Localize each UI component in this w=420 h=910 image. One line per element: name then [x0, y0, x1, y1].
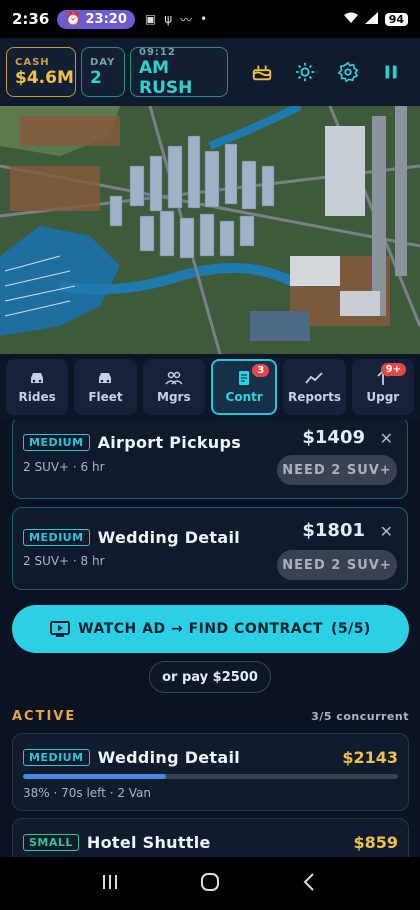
contracts-badge: 3 [252, 364, 270, 377]
watch-ad-button[interactable]: WATCH AD → FIND CONTRACT (5/5) [12, 605, 409, 653]
cake-icon [252, 65, 272, 81]
tier-tag: SMALL [23, 834, 79, 851]
tab-rides-label: Rides [18, 390, 56, 404]
tab-bar: Rides Fleet Mgrs 3 Contr Reports 9+ Upgr [0, 354, 420, 420]
home-button[interactable] [199, 871, 221, 897]
tier-tag: MEDIUM [23, 749, 90, 766]
back-icon [303, 872, 314, 891]
clock-time: 09:12 [139, 46, 176, 58]
tier-tag: MEDIUM [23, 434, 90, 451]
dismiss-icon[interactable]: ✕ [380, 429, 393, 448]
car-icon [99, 373, 112, 383]
tab-fleet-label: Fleet [88, 390, 123, 404]
cake-button[interactable] [243, 53, 281, 91]
brightness-button[interactable] [286, 53, 324, 91]
game-hud: CASH $4.6M DAY 2 09:12 AM RUSH [0, 38, 420, 106]
notification-icons: ▣ ψ 〰 • [145, 11, 207, 28]
need-vehicles-button[interactable]: NEED 2 SUV+ [277, 550, 397, 580]
pause-icon [385, 65, 397, 79]
contracts-panel[interactable]: MEDIUM Airport Pickups $1409 ✕ 2 SUV+ · … [0, 420, 420, 857]
home-icon [201, 872, 219, 891]
watch-ad-count: (5/5) [330, 621, 371, 637]
recents-button[interactable] [99, 871, 121, 897]
active-contract-card[interactable]: MEDIUM Wedding Detail $2143 38% · 70s le… [12, 733, 409, 811]
tier-tag: MEDIUM [23, 529, 90, 546]
cash-stat: CASH $4.6M [6, 47, 76, 97]
dismiss-icon[interactable]: ✕ [380, 522, 393, 541]
wifi-icon [343, 12, 359, 27]
signal-icon [364, 11, 379, 27]
tab-reports-label: Reports [287, 390, 341, 404]
tab-managers[interactable]: Mgrs [142, 359, 205, 415]
status-bar: 2:36 ⏰ 23:20 ▣ ψ 〰 • 94 [0, 0, 420, 38]
document-icon [239, 371, 250, 385]
day-value: 2 [90, 67, 102, 88]
active-section-header: ACTIVE 3/5 concurrent [12, 709, 409, 724]
concurrent-count: 3/5 concurrent [311, 710, 409, 723]
battery-indicator: 94 [384, 12, 408, 26]
recents-icon [103, 874, 117, 889]
contract-price: $1801 [302, 520, 365, 541]
contract-title: Wedding Detail [97, 528, 241, 547]
progress-bar [23, 774, 398, 779]
usb-icon: ψ [164, 12, 173, 26]
pause-button[interactable] [372, 53, 410, 91]
alarm-icon: ⏰ [65, 11, 82, 27]
need-vehicles-button[interactable]: NEED 2 SUV+ [277, 455, 397, 485]
contract-details: 2 SUV+ · 6 hr [23, 460, 105, 474]
contract-details: 2 SUV+ · 8 hr [23, 554, 105, 568]
contract-payout: $859 [353, 833, 398, 852]
city-map-image [0, 106, 420, 354]
upgrades-badge: 9+ [380, 363, 406, 376]
progress-fill [23, 774, 166, 779]
city-map[interactable] [0, 106, 420, 354]
watch-ad-label: WATCH AD → FIND CONTRACT [78, 621, 323, 637]
contract-title: Wedding Detail [97, 748, 241, 767]
pay-button[interactable]: or pay $2500 [149, 661, 271, 693]
tab-upgrades-label: Upgr [366, 390, 400, 404]
chart-icon [305, 372, 324, 384]
tv-icon [50, 621, 71, 637]
contract-progress-details: 38% · 70s left · 2 Van [23, 786, 152, 800]
tab-contracts[interactable]: 3 Contr [210, 359, 278, 415]
alarm-time: 23:20 [85, 11, 127, 27]
contract-card: MEDIUM Wedding Detail $1801 ✕ 2 SUV+ · 8… [12, 507, 408, 590]
tab-contracts-label: Contr [225, 390, 263, 404]
contract-title: Hotel Shuttle [86, 833, 211, 852]
active-title: ACTIVE [12, 709, 77, 724]
tab-rides[interactable]: Rides [6, 359, 69, 415]
back-button[interactable] [299, 871, 321, 897]
contract-payout: $2143 [342, 748, 398, 767]
tab-managers-label: Mgrs [157, 390, 191, 404]
car-icon [31, 373, 44, 383]
tab-upgrades[interactable]: 9+ Upgr [351, 359, 414, 415]
active-contract-card[interactable]: SMALL Hotel Shuttle $859 [12, 818, 409, 857]
sun-icon [295, 62, 315, 82]
cash-label: CASH [15, 56, 50, 68]
clock-phase: AM RUSH [139, 57, 193, 98]
settings-button[interactable] [329, 53, 367, 91]
tab-fleet[interactable]: Fleet [74, 359, 137, 415]
system-icons: 94 [343, 11, 408, 27]
tab-reports[interactable]: Reports [283, 359, 346, 415]
clock-stat: 09:12 AM RUSH [130, 46, 228, 98]
people-icon [165, 371, 183, 385]
dot-icon: • [200, 12, 208, 26]
screenshot-icon: ▣ [144, 12, 157, 26]
day-stat: DAY 2 [81, 47, 125, 97]
contract-price: $1409 [302, 427, 365, 448]
status-time: 2:36 [12, 10, 50, 28]
gear-icon [337, 61, 359, 83]
wave-icon: 〰 [180, 12, 193, 27]
contract-title: Airport Pickups [97, 433, 242, 452]
day-label: DAY [90, 56, 116, 68]
system-nav-bar [0, 857, 420, 910]
alarm-pill: ⏰ 23:20 [57, 9, 135, 29]
contract-card: MEDIUM Airport Pickups $1409 ✕ 2 SUV+ · … [12, 420, 408, 499]
cash-value: $4.6M [15, 67, 74, 88]
